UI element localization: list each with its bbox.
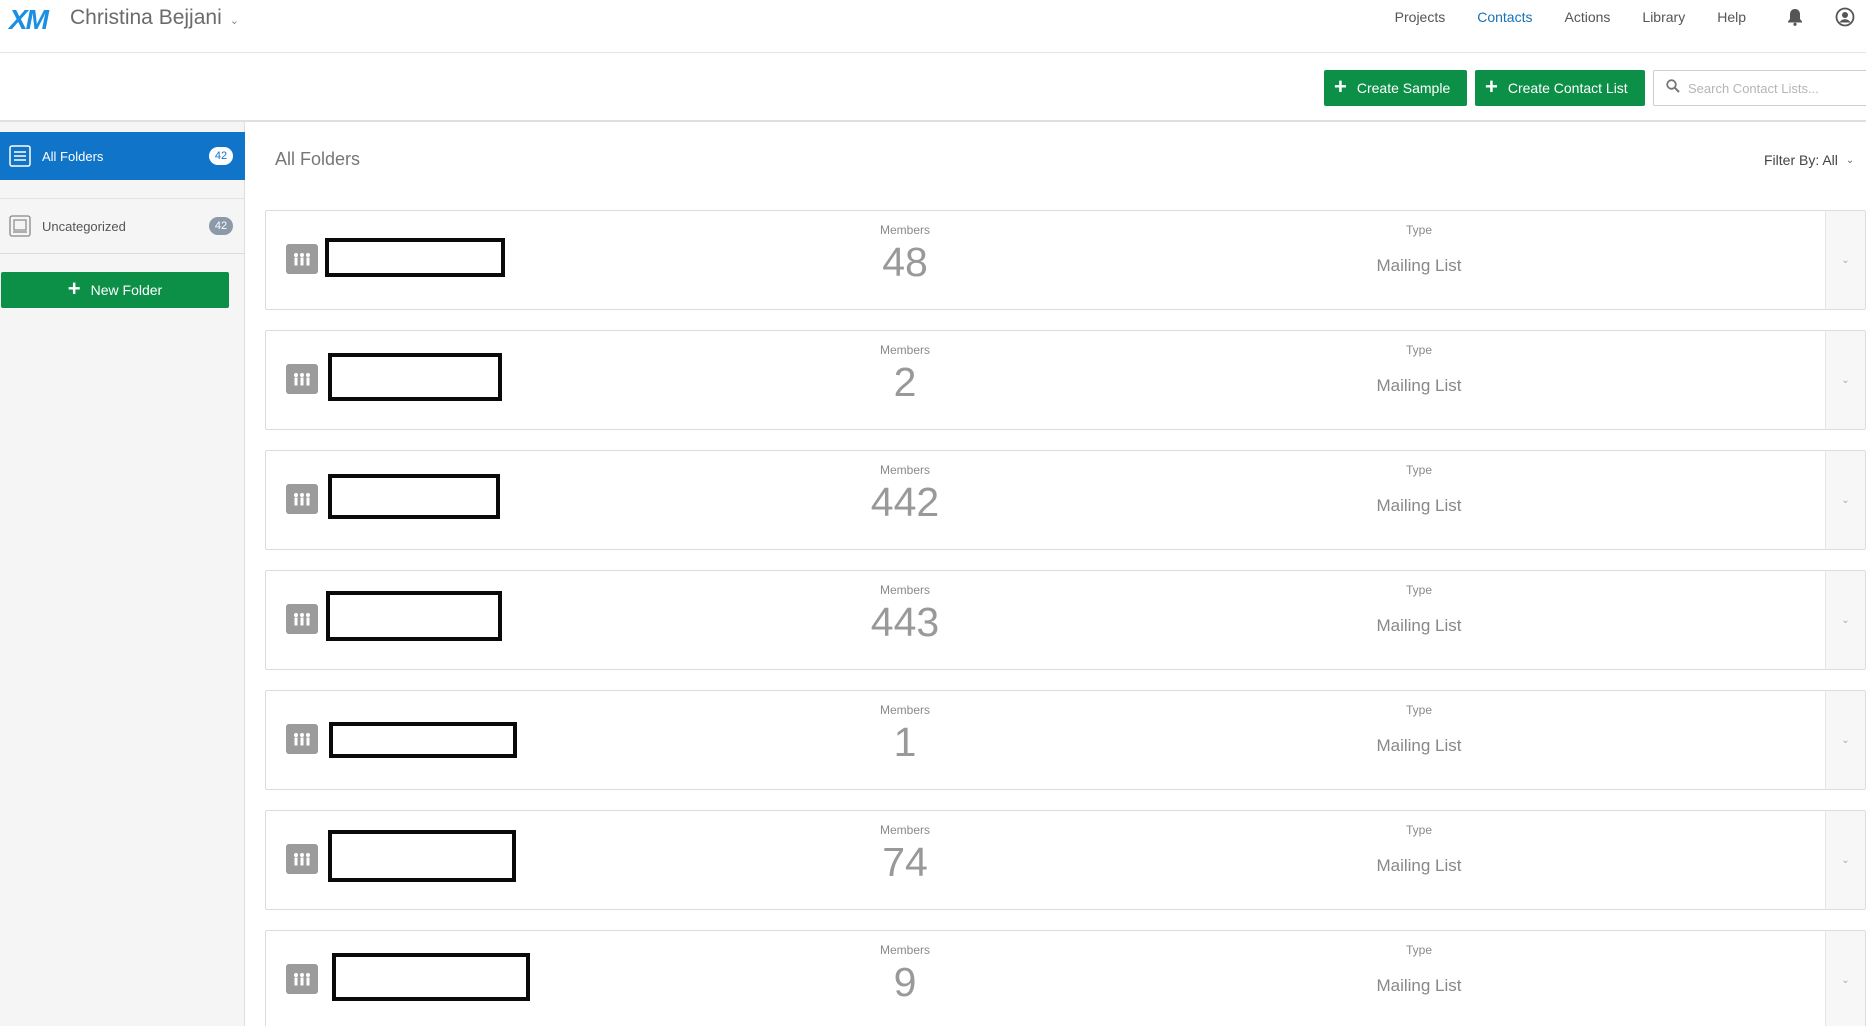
members-label: Members [879, 943, 930, 957]
contact-list-row[interactable]: Members 1 Type Mailing List ⌄ [265, 690, 1866, 790]
page-title: All Folders [275, 149, 361, 169]
create-contact-list-label: Create Contact List [1507, 80, 1628, 96]
list-type: Mailing List [1376, 496, 1462, 515]
list-type: Mailing List [1376, 616, 1462, 635]
sidebar-item-all-folders[interactable]: All Folders 42 [0, 132, 245, 180]
expand-chevron-icon[interactable]: ⌄ [1825, 331, 1865, 429]
bell-icon[interactable] [1784, 6, 1806, 28]
plus-icon: + [1485, 74, 1498, 99]
plus-icon: + [1334, 74, 1347, 99]
toolbar: + Create Sample + Create Contact List [0, 53, 1866, 122]
type-label: Type [1405, 943, 1432, 957]
create-sample-button[interactable]: + Create Sample [1324, 70, 1467, 106]
mailing-list-icon [286, 844, 318, 874]
expand-chevron-icon[interactable]: ⌄ [1825, 211, 1865, 309]
mailing-list-icon [286, 964, 318, 994]
search-input[interactable] [1688, 80, 1858, 96]
sidebar-item-label: Uncategorized [42, 218, 126, 234]
members-count: 74 [882, 839, 928, 885]
redacted-list-name [328, 830, 516, 882]
expand-chevron-icon[interactable]: ⌄ [1825, 931, 1865, 1026]
plus-icon: + [67, 276, 81, 301]
type-label: Type [1405, 463, 1432, 477]
members-label: Members [879, 223, 930, 237]
members-label: Members [879, 583, 930, 597]
redacted-list-name [325, 238, 505, 277]
contact-list-row[interactable]: Members 2 Type Mailing List ⌄ [265, 330, 1866, 430]
contact-list-row[interactable]: Members 9 Type Mailing List ⌄ [265, 930, 1866, 1026]
list-type: Mailing List [1376, 376, 1462, 395]
redacted-list-name [328, 353, 502, 401]
folder-sidebar: All Folders 42 Uncategorized 42 + New Fo… [0, 122, 245, 1026]
type-label: Type [1405, 343, 1432, 357]
user-name: Christina Bejjani [70, 6, 222, 29]
chevron-down-icon: ⌄ [1845, 154, 1855, 166]
members-count: 9 [893, 959, 917, 1005]
filter-dropdown[interactable]: Filter By: All ⌄ [1764, 152, 1854, 168]
mailing-list-icon [286, 364, 318, 394]
members-count: 443 [870, 599, 940, 645]
nav-library[interactable]: Library [1642, 9, 1685, 25]
chevron-down-icon: ⌄ [229, 14, 239, 27]
user-menu[interactable]: Christina Bejjani ⌄ [70, 6, 239, 30]
type-label: Type [1405, 223, 1432, 237]
xm-logo[interactable]: XM [9, 4, 49, 36]
sidebar-item-uncategorized[interactable]: Uncategorized 42 [0, 198, 245, 254]
members-label: Members [879, 823, 930, 837]
nav-projects[interactable]: Projects [1395, 9, 1446, 25]
list-type: Mailing List [1376, 856, 1462, 875]
members-count: 442 [870, 479, 940, 525]
contact-list-row[interactable]: Members 48 Type Mailing List ⌄ [265, 210, 1866, 310]
members-label: Members [879, 463, 930, 477]
members-label: Members [879, 343, 930, 357]
nav-links: Projects Contacts Actions Library Help [1363, 9, 1746, 25]
create-sample-label: Create Sample [1356, 80, 1451, 96]
contact-list-row[interactable]: Members 442 Type Mailing List ⌄ [265, 450, 1866, 550]
list-type: Mailing List [1376, 256, 1462, 275]
type-label: Type [1405, 703, 1432, 717]
account-icon[interactable] [1834, 6, 1856, 28]
nav-help[interactable]: Help [1717, 9, 1746, 25]
expand-chevron-icon[interactable]: ⌄ [1825, 811, 1865, 909]
mailing-list-icon [286, 724, 318, 754]
members-label: Members [879, 703, 930, 717]
mailing-list-icon [286, 604, 318, 634]
contact-list-row[interactable]: Members 74 Type Mailing List ⌄ [265, 810, 1866, 910]
members-count: 1 [893, 719, 917, 765]
list-type: Mailing List [1376, 976, 1462, 995]
sidebar-item-label: All Folders [42, 148, 104, 164]
new-folder-button[interactable]: + New Folder [1, 272, 229, 308]
redacted-list-name [328, 474, 500, 519]
expand-chevron-icon[interactable]: ⌄ [1825, 451, 1865, 549]
redacted-list-name [326, 591, 502, 641]
main-content: All Folders Filter By: All ⌄ Members 48 … [246, 122, 1866, 1026]
filter-label: Filter By: All [1764, 152, 1838, 168]
type-label: Type [1405, 583, 1432, 597]
count-badge: 42 [209, 217, 233, 235]
list-type: Mailing List [1376, 736, 1462, 755]
mailing-list-icon [286, 244, 318, 274]
top-nav: XM Christina Bejjani ⌄ Projects Contacts… [0, 0, 1866, 53]
create-contact-list-button[interactable]: + Create Contact List [1475, 70, 1645, 106]
expand-chevron-icon[interactable]: ⌄ [1825, 571, 1865, 669]
search-icon [1666, 78, 1680, 98]
expand-chevron-icon[interactable]: ⌄ [1825, 691, 1865, 789]
mailing-list-icon [286, 484, 318, 514]
search-box [1653, 70, 1866, 106]
new-folder-label: New Folder [90, 282, 163, 298]
count-badge: 42 [209, 147, 233, 165]
members-count: 2 [893, 359, 917, 405]
redacted-list-name [332, 953, 530, 1001]
contact-list-row[interactable]: Members 443 Type Mailing List ⌄ [265, 570, 1866, 670]
list-icon [8, 144, 32, 168]
nav-actions[interactable]: Actions [1564, 9, 1610, 25]
redacted-list-name [329, 722, 517, 758]
type-label: Type [1405, 823, 1432, 837]
nav-contacts[interactable]: Contacts [1477, 9, 1532, 25]
folder-icon [8, 214, 32, 238]
members-count: 48 [882, 239, 928, 285]
